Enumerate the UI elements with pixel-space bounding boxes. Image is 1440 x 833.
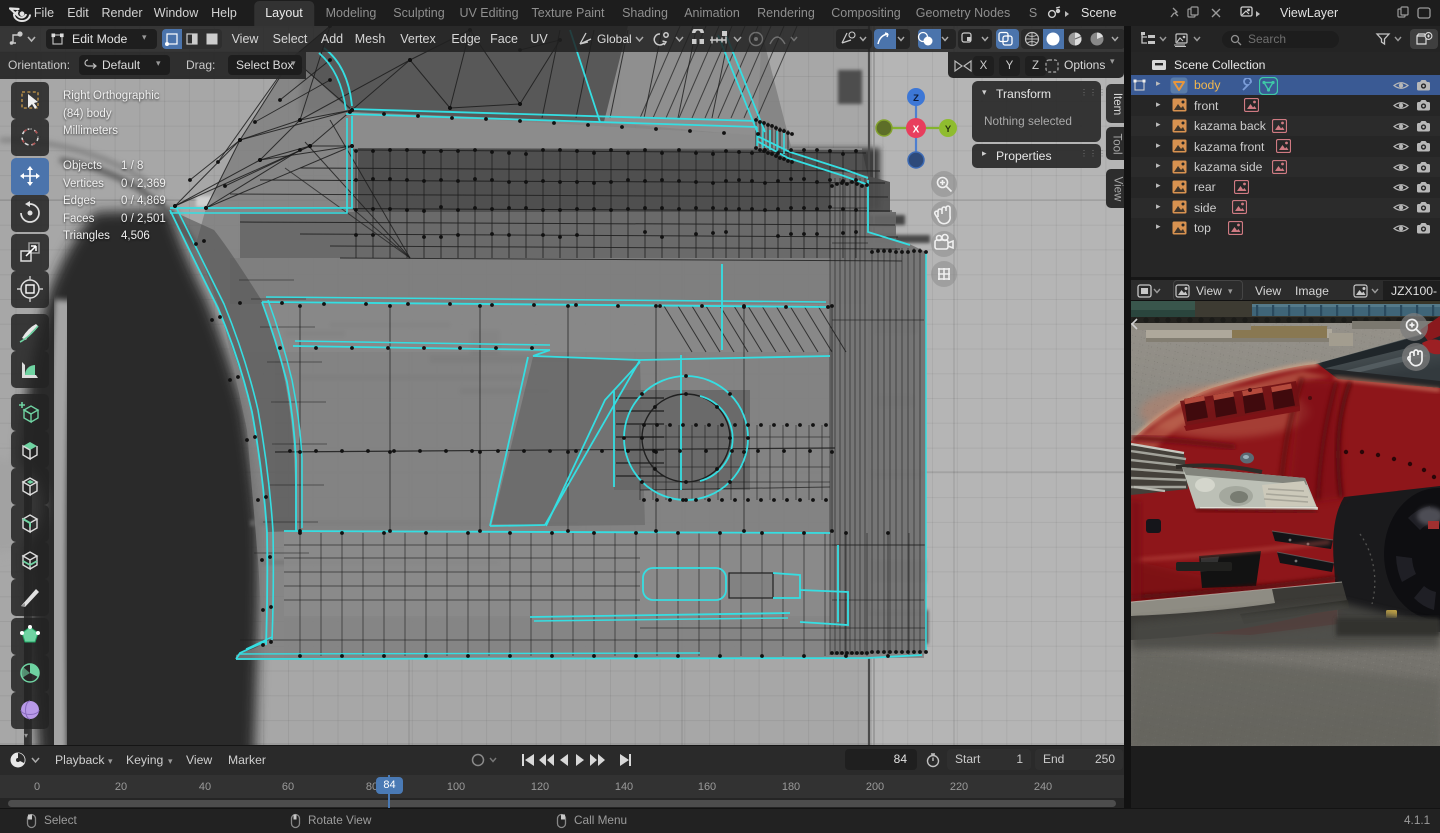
svg-text:Global: Global	[597, 32, 632, 46]
svg-text:X: X	[913, 125, 920, 136]
svg-text:Y: Y	[945, 124, 952, 135]
svg-text:Z: Z	[913, 93, 919, 104]
